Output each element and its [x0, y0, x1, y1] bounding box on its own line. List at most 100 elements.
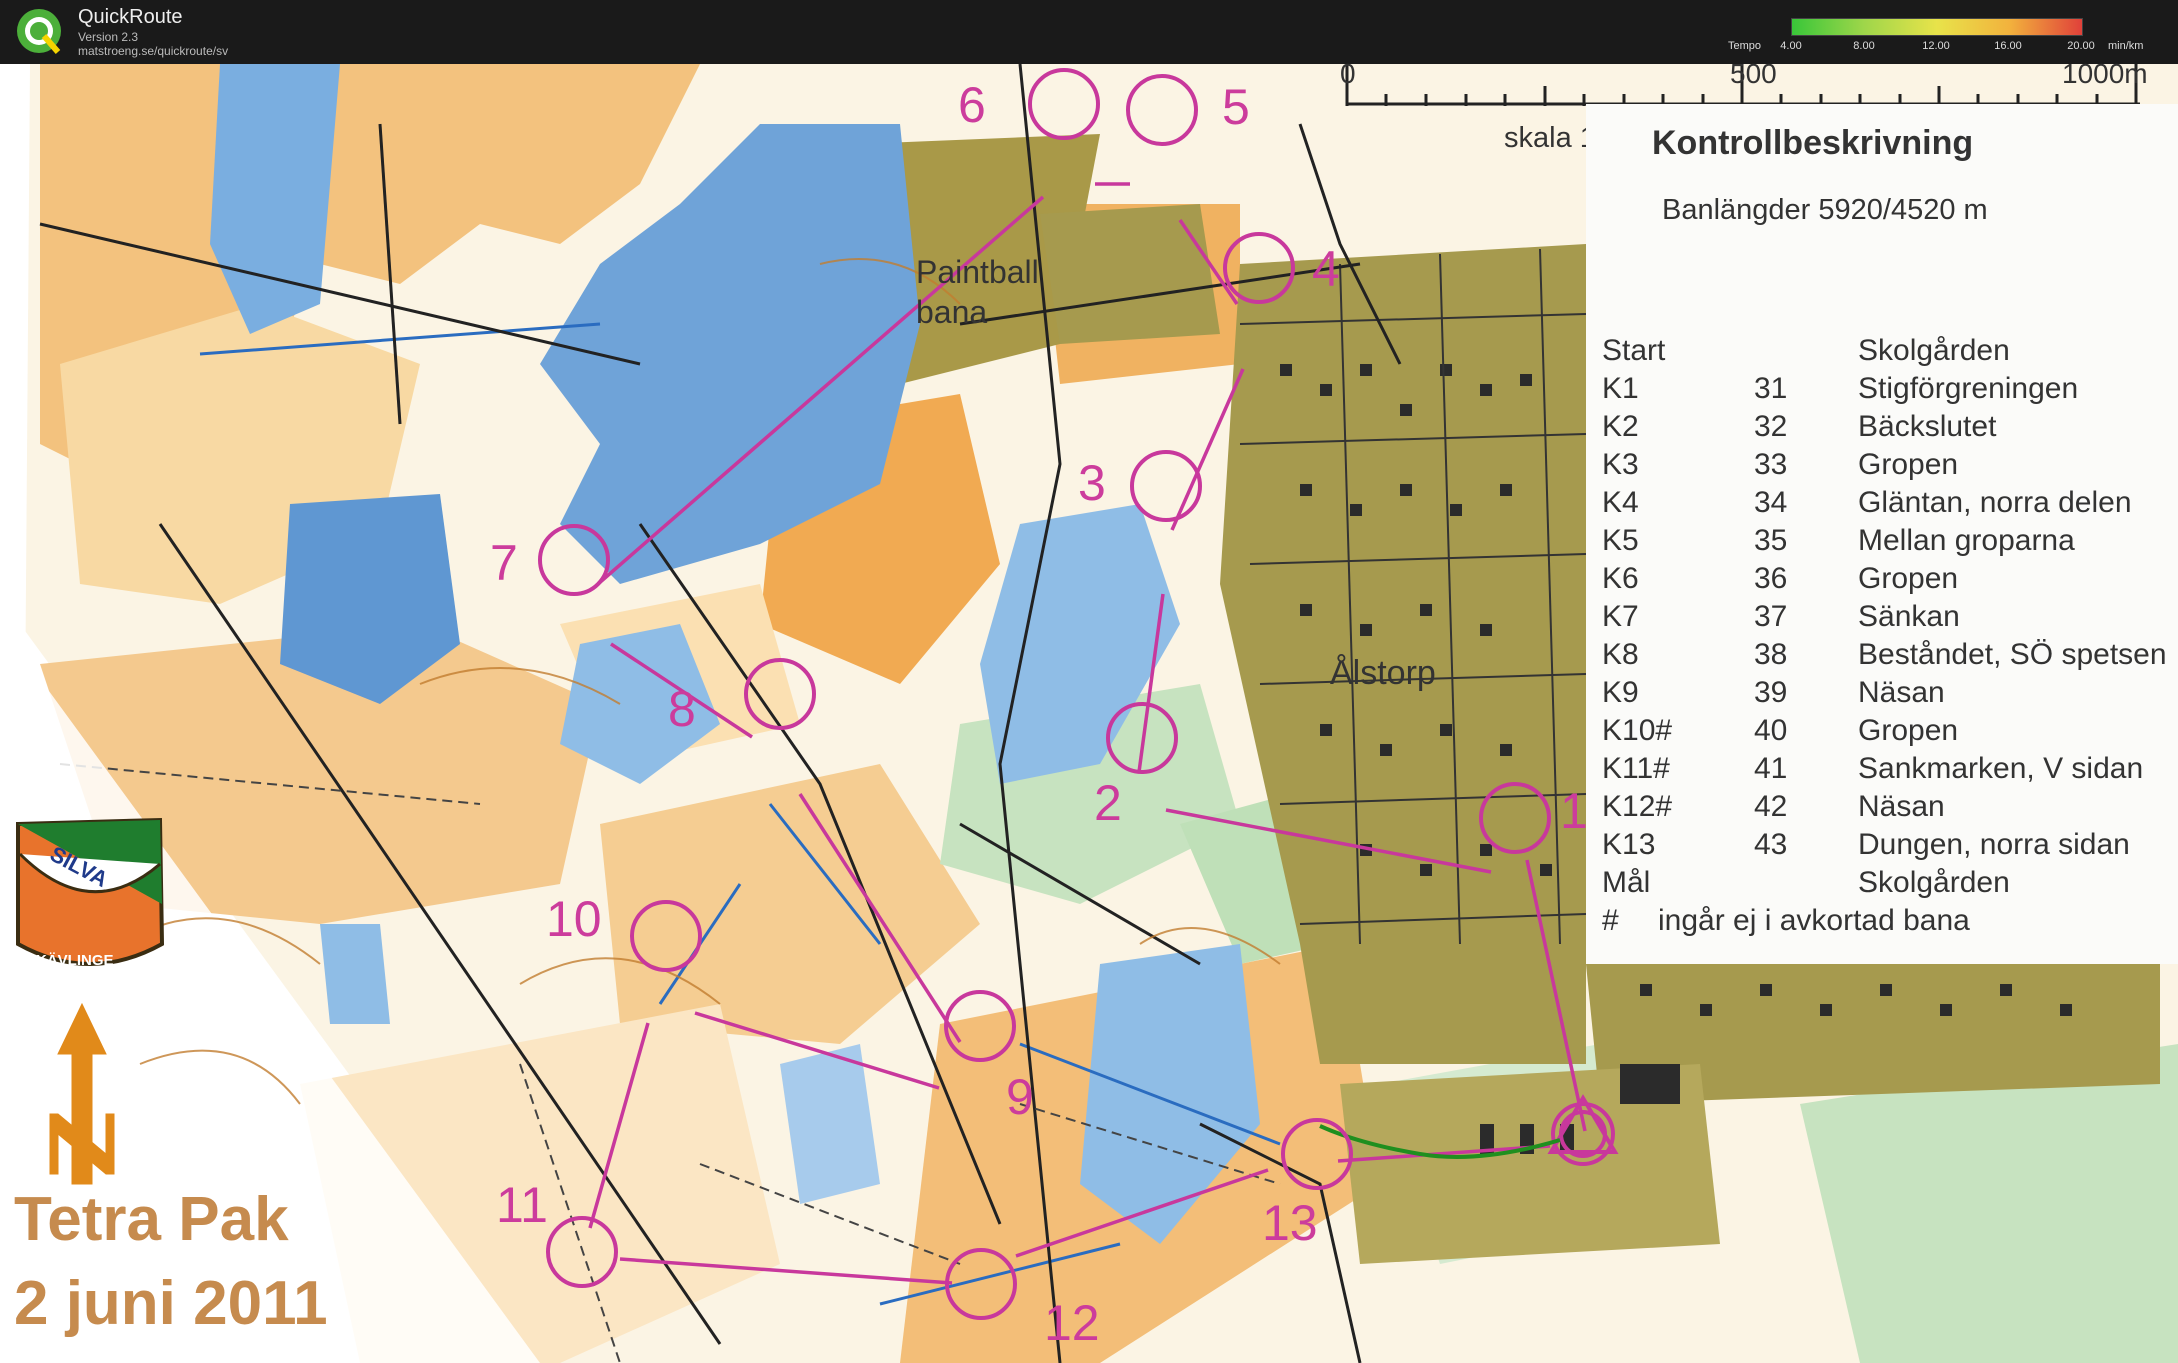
row-code: 38 [1754, 638, 1788, 671]
row-desc: Dungen, norra sidan [1858, 828, 2130, 861]
description-row: Mål Skolgården [1602, 866, 2178, 904]
tempo-unit: min/km [2108, 40, 2144, 52]
row-desc: Gläntan, norra delen [1858, 486, 2132, 519]
control-number[interactable]: 9 [1006, 1068, 1034, 1126]
tempo-tick: 4.00 [1780, 40, 1802, 52]
row-desc: Gropen [1858, 448, 1959, 481]
control-number[interactable]: 2 [1094, 774, 1122, 832]
row-code: 36 [1754, 562, 1788, 595]
scale-label-start: 0 [1340, 58, 1356, 89]
tempo-label: Tempo [1728, 40, 1762, 52]
map-label-alstorp: Ålstorp [1330, 654, 1436, 692]
tempo-tick: 16.00 [1994, 40, 2022, 52]
description-row: K7 37 Sänkan [1602, 600, 2178, 638]
control-number[interactable]: 1 [1560, 782, 1588, 840]
row-id: K7 [1602, 600, 1639, 633]
row-code: 35 [1754, 524, 1788, 557]
row-id: K4 [1602, 486, 1639, 519]
row-id: Mål [1602, 866, 1651, 899]
row-desc: Skolgården [1858, 866, 2010, 899]
description-note: # ingår ej i avkortad bana [1602, 904, 2178, 942]
description-row: K1 31 Stigförgreningen [1602, 372, 2178, 410]
map-label-bana: bana [916, 294, 988, 330]
description-subtitle: Banlängder 5920/4520 m [1662, 194, 1988, 226]
row-id: K3 [1602, 448, 1639, 481]
scale-label-end: 1000m [2062, 58, 2148, 89]
description-row: K2 32 Bäckslutet [1602, 410, 2178, 448]
row-code: 31 [1754, 372, 1788, 405]
row-code: 37 [1754, 600, 1788, 633]
row-id: K9 [1602, 676, 1639, 709]
control-number[interactable]: 12 [1044, 1294, 1100, 1352]
row-id: K1 [1602, 372, 1639, 405]
row-desc: Sankmarken, V sidan [1858, 752, 2144, 785]
map-title-line1: Tetra Pak [14, 1185, 289, 1254]
row-code: 43 [1754, 828, 1788, 861]
control-number[interactable]: 6 [958, 76, 986, 134]
row-code: 32 [1754, 410, 1788, 443]
row-desc: Beståndet, SÖ spetsen [1858, 638, 2167, 671]
row-desc: Mellan groparna [1858, 524, 2075, 557]
row-desc: Bäckslutet [1858, 410, 1997, 443]
row-code: 33 [1754, 448, 1788, 481]
row-id: K12# [1602, 790, 1673, 823]
row-id: K2 [1602, 410, 1639, 443]
row-desc: Stigförgreningen [1858, 372, 2079, 405]
scale-label-mid: 500 [1730, 58, 1777, 89]
map-title-line2: 2 juni 2011 [14, 1269, 328, 1338]
description-row: K6 36 Gropen [1602, 562, 2178, 600]
app-name: QuickRoute [78, 6, 183, 28]
row-id: K6 [1602, 562, 1639, 595]
tempo-legend: Tempo 4.00 8.00 12.00 16.00 20.00 min/km [1728, 16, 2168, 56]
control-number[interactable]: 8 [668, 680, 696, 738]
app-version: Version 2.3 [78, 30, 139, 44]
row-id: K11# [1602, 752, 1670, 785]
title-bar: QuickRoute Version 2.3 matstroeng.se/qui… [0, 0, 2178, 64]
row-desc: Gropen [1858, 562, 1959, 595]
description-row: K9 39 Näsan [1602, 676, 2178, 714]
description-row: K8 38 Beståndet, SÖ spetsen [1602, 638, 2178, 676]
control-description-panel: Kontrollbeskrivning Banlängder 5920/4520… [1586, 104, 2178, 964]
quickroute-logo-icon [17, 9, 61, 54]
control-number[interactable]: 11 [496, 1176, 548, 1234]
row-desc: Skolgården [1858, 334, 2010, 367]
map-label-paintball: Paintball [916, 254, 1039, 290]
row-id: Start [1602, 334, 1666, 367]
control-number[interactable]: 3 [1078, 454, 1106, 512]
description-title: Kontrollbeskrivning [1652, 124, 1974, 162]
row-desc: Sänkan [1858, 600, 1960, 633]
control-number[interactable]: 7 [490, 534, 518, 592]
description-row: K10# 40 Gropen [1602, 714, 2178, 752]
description-row: K13 43 Dungen, norra sidan [1602, 828, 2178, 866]
row-desc: Gropen [1858, 714, 1959, 747]
row-code: 41 [1754, 752, 1788, 785]
tempo-tick: 12.00 [1922, 40, 1950, 52]
row-id: K10# [1602, 714, 1673, 747]
tempo-tick: 8.00 [1853, 40, 1875, 52]
description-row: K12# 42 Näsan [1602, 790, 2178, 828]
club-logo-icon [16, 817, 165, 966]
description-row: K11# 41 Sankmarken, V sidan [1602, 752, 2178, 790]
tempo-tick: 20.00 [2067, 40, 2095, 52]
row-id: K13 [1602, 828, 1656, 861]
tempo-color-bar [1791, 18, 2083, 36]
description-row: K3 33 Gropen [1602, 448, 2178, 486]
row-code: 34 [1754, 486, 1788, 519]
row-id: K8 [1602, 638, 1639, 671]
control-number[interactable]: 13 [1262, 1194, 1318, 1252]
note-symbol: # [1602, 904, 1619, 937]
row-code: 42 [1754, 790, 1788, 823]
description-row: Start Skolgården [1602, 334, 2178, 372]
control-number[interactable]: 5 [1222, 78, 1250, 136]
description-row: K5 35 Mellan groparna [1602, 524, 2178, 562]
club-town: KÄVLINGE [36, 952, 114, 969]
note-text: ingår ej i avkortad bana [1658, 904, 1970, 937]
row-id: K5 [1602, 524, 1639, 557]
row-code: 39 [1754, 676, 1788, 709]
row-code: 40 [1754, 714, 1788, 747]
control-number[interactable]: 4 [1312, 240, 1340, 298]
row-desc: Näsan [1858, 676, 1945, 709]
control-number[interactable]: 10 [546, 890, 602, 948]
row-desc: Näsan [1858, 790, 1945, 823]
description-row: K4 34 Gläntan, norra delen [1602, 486, 2178, 524]
